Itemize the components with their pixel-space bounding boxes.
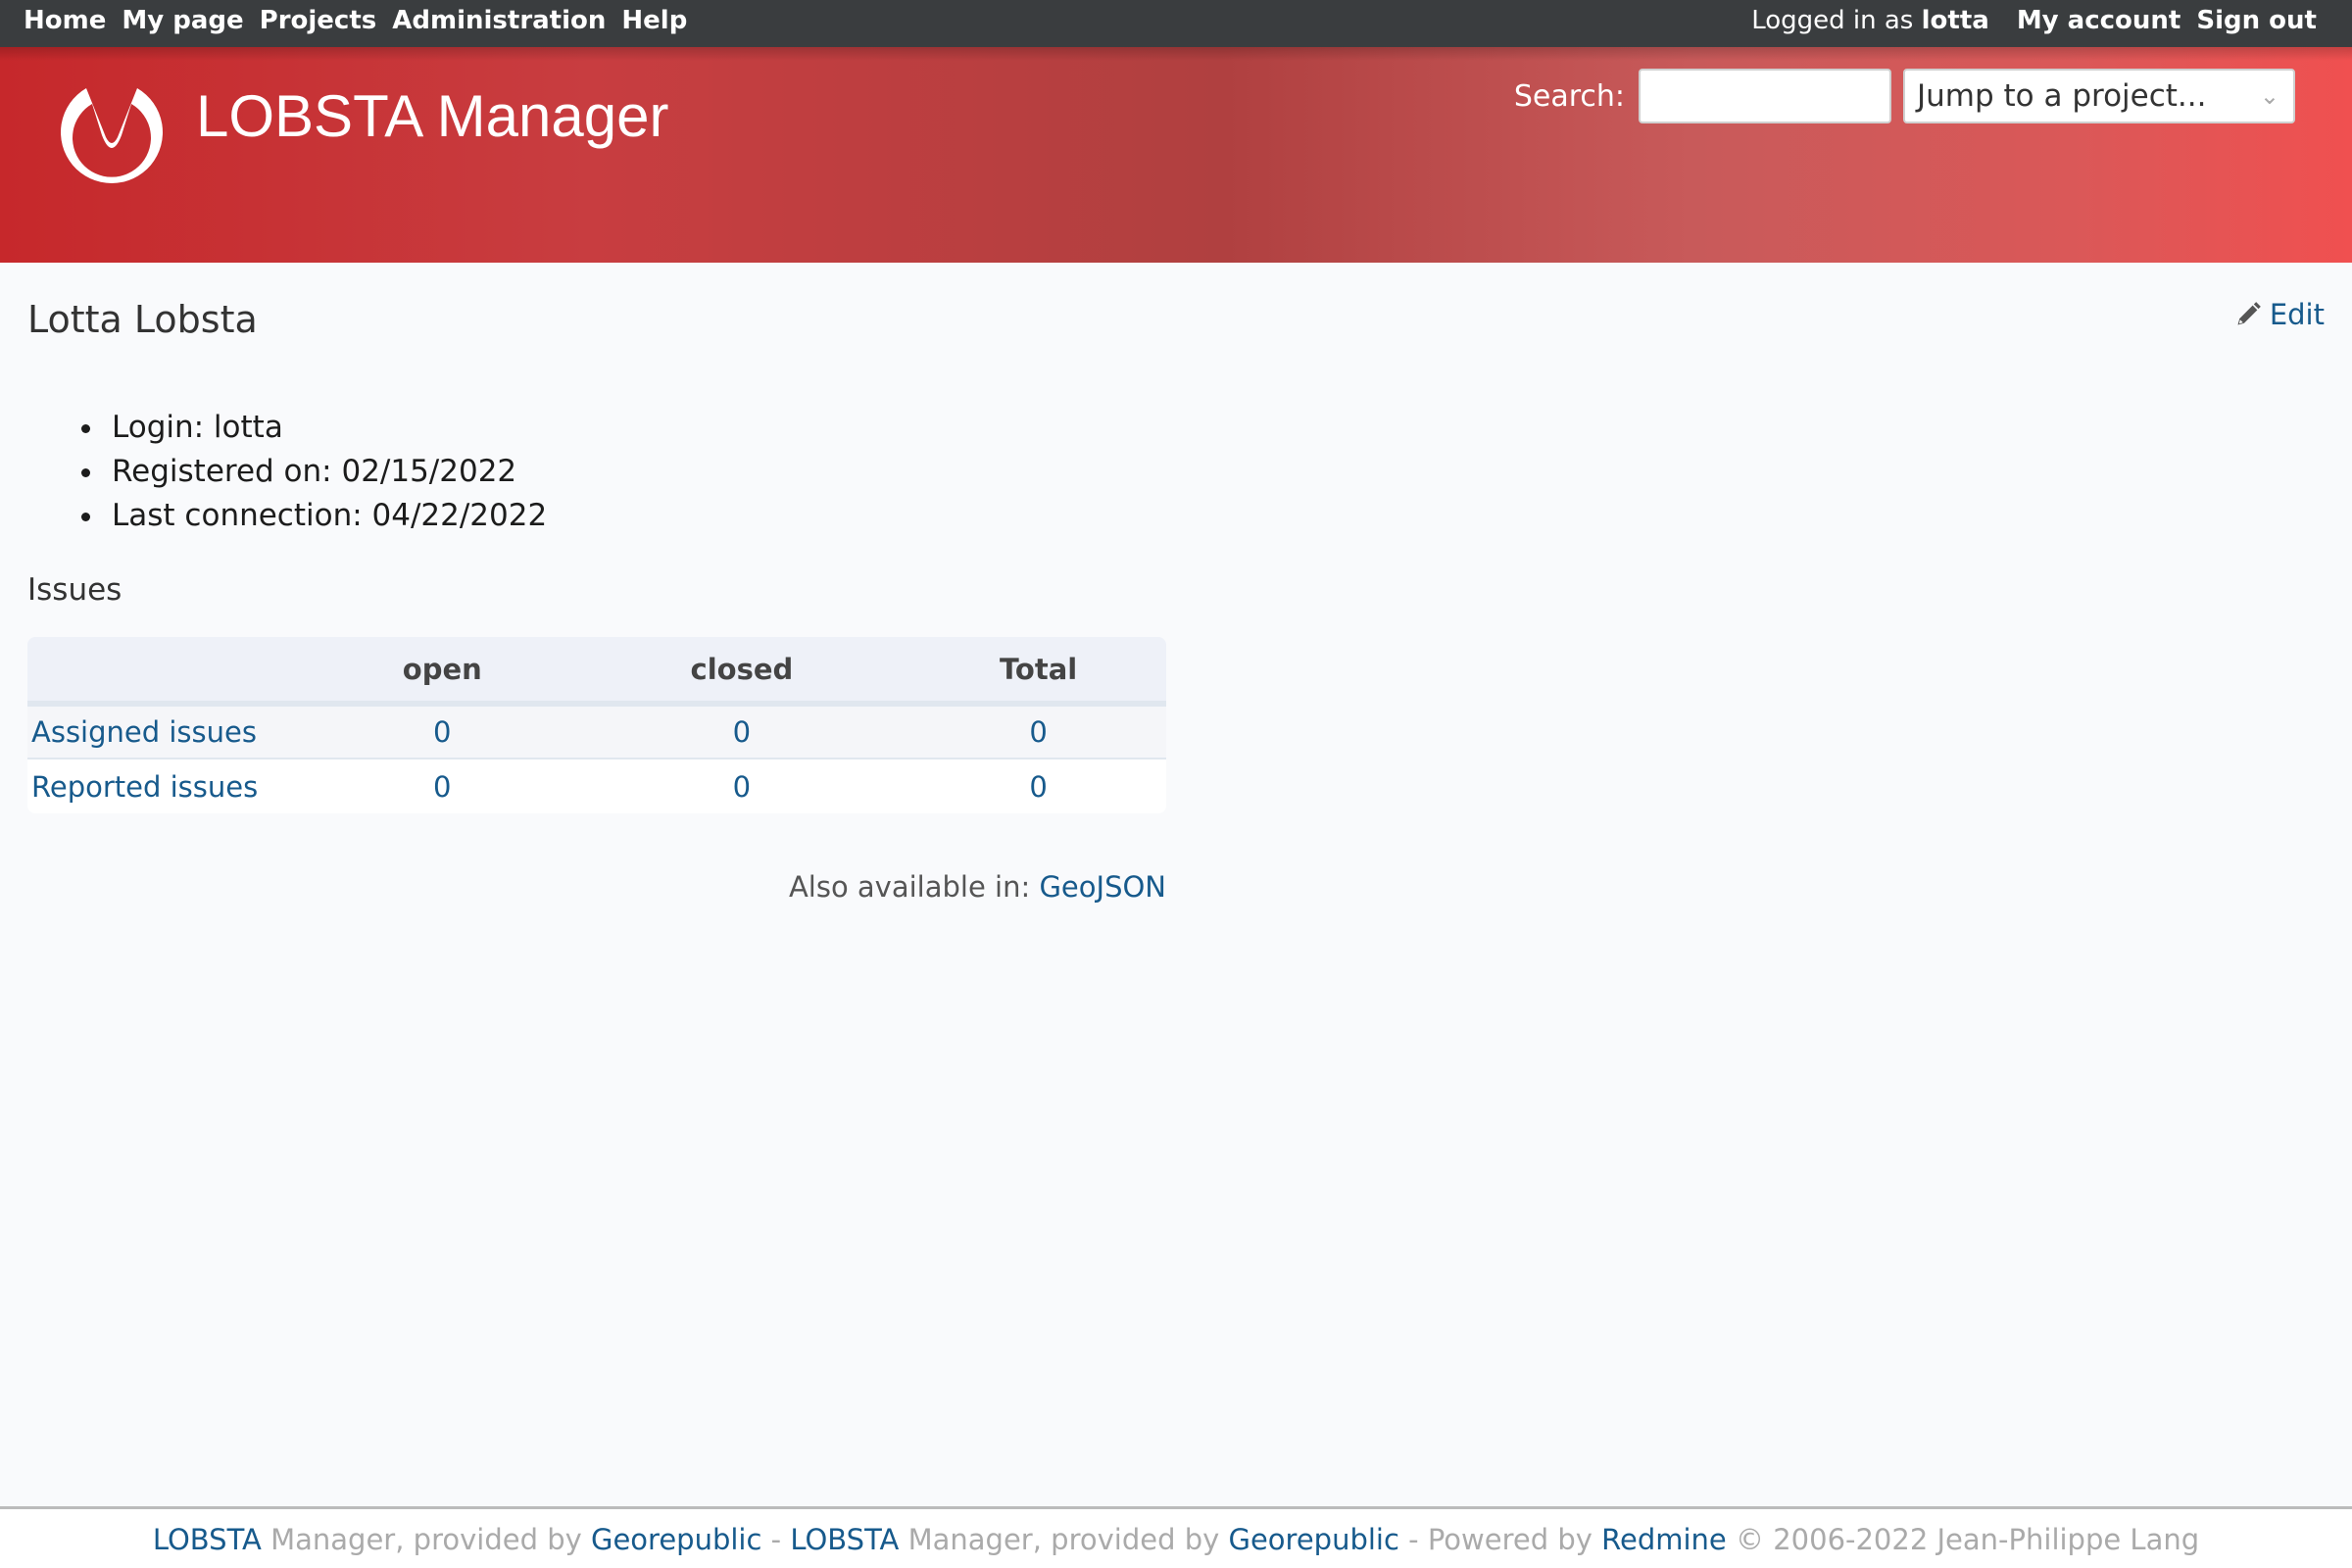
header-total: Total bbox=[910, 637, 1166, 707]
footer-text: Manager, provided by bbox=[899, 1523, 1229, 1556]
issues-heading: Issues bbox=[27, 572, 122, 608]
footer-link-lobsta-2[interactable]: LOBSTA bbox=[790, 1523, 899, 1556]
top-menu: Home My page Projects Administration Hel… bbox=[0, 0, 2352, 47]
assigned-total-count[interactable]: 0 bbox=[1029, 715, 1047, 749]
table-row-assigned: Assigned issues 0 0 0 bbox=[27, 704, 1166, 760]
footer: LOBSTA Manager, provided by Georepublic … bbox=[0, 1506, 2352, 1568]
top-menu-home[interactable]: Home bbox=[24, 0, 106, 41]
pencil-icon bbox=[2237, 302, 2261, 325]
project-jump-label: Jump to a project... bbox=[1917, 78, 2207, 114]
reported-open-count[interactable]: 0 bbox=[433, 770, 451, 804]
site-title[interactable]: LOBSTA Manager bbox=[196, 82, 668, 150]
reported-closed-count[interactable]: 0 bbox=[733, 770, 751, 804]
project-jump-select[interactable]: Jump to a project... ⌄ bbox=[1903, 69, 2295, 123]
logged-in-prefix: Logged in as bbox=[1751, 6, 1914, 35]
search-label: Search: bbox=[1513, 78, 1625, 114]
footer-text: Manager, provided by bbox=[261, 1523, 591, 1556]
table-row-reported: Reported issues 0 0 0 bbox=[27, 759, 1166, 813]
logged-in-user-link[interactable]: lotta bbox=[1922, 6, 1989, 35]
lobsta-logo-icon[interactable] bbox=[57, 78, 167, 188]
logged-in-as: Logged in as lotta bbox=[1751, 0, 1989, 41]
quick-search: Search: Jump to a project... ⌄ bbox=[1514, 69, 2295, 123]
page-title: Lotta Lobsta bbox=[27, 298, 258, 341]
top-menu-administration[interactable]: Administration bbox=[392, 0, 606, 41]
header: LOBSTA Manager Search: Jump to a project… bbox=[0, 47, 2352, 263]
footer-link-redmine[interactable]: Redmine bbox=[1601, 1523, 1727, 1556]
header-closed: closed bbox=[572, 637, 911, 707]
top-menu-my-page[interactable]: My page bbox=[122, 0, 243, 41]
other-formats-label: Also available in: bbox=[788, 870, 1031, 904]
reported-issues-link[interactable]: Reported issues bbox=[31, 770, 258, 804]
search-input[interactable] bbox=[1639, 69, 1891, 123]
reported-total-count[interactable]: 0 bbox=[1029, 770, 1047, 804]
footer-link-georepublic-2[interactable]: Georepublic bbox=[1228, 1523, 1398, 1556]
top-menu-projects[interactable]: Projects bbox=[260, 0, 377, 41]
edit-button[interactable]: Edit bbox=[2234, 298, 2325, 331]
user-login: Login: lotta bbox=[106, 406, 547, 450]
user-last-connection: Last connection: 04/22/2022 bbox=[106, 494, 547, 538]
top-menu-left: Home My page Projects Administration Hel… bbox=[24, 0, 687, 41]
top-menu-help[interactable]: Help bbox=[621, 0, 687, 41]
top-menu-right: Logged in as lotta My account Sign out bbox=[1751, 0, 2317, 41]
user-info-list: Login: lotta Registered on: 02/15/2022 L… bbox=[106, 406, 547, 538]
assigned-closed-count[interactable]: 0 bbox=[733, 715, 751, 749]
issues-table-header: open closed Total bbox=[27, 637, 1166, 707]
edit-label: Edit bbox=[2269, 298, 2325, 331]
header-label bbox=[27, 637, 312, 707]
geojson-link[interactable]: GeoJSON bbox=[1039, 870, 1166, 904]
footer-text: - bbox=[761, 1523, 791, 1556]
assigned-issues-link[interactable]: Assigned issues bbox=[31, 715, 257, 749]
assigned-open-count[interactable]: 0 bbox=[433, 715, 451, 749]
my-account-link[interactable]: My account bbox=[2017, 0, 2181, 41]
footer-link-lobsta-1[interactable]: LOBSTA bbox=[153, 1523, 262, 1556]
sign-out-link[interactable]: Sign out bbox=[2196, 0, 2317, 41]
other-formats: Also available in: GeoJSON bbox=[27, 870, 1166, 904]
header-open: open bbox=[312, 637, 573, 707]
user-registered-on: Registered on: 02/15/2022 bbox=[106, 450, 547, 494]
footer-link-georepublic-1[interactable]: Georepublic bbox=[591, 1523, 761, 1556]
footer-copyright: © 2006-2022 Jean-Philippe Lang bbox=[1726, 1523, 2200, 1556]
chevron-down-icon: ⌄ bbox=[2259, 82, 2279, 110]
issues-table: open closed Total Assigned issues 0 0 0 … bbox=[27, 637, 1166, 813]
footer-text: - Powered by bbox=[1398, 1523, 1602, 1556]
